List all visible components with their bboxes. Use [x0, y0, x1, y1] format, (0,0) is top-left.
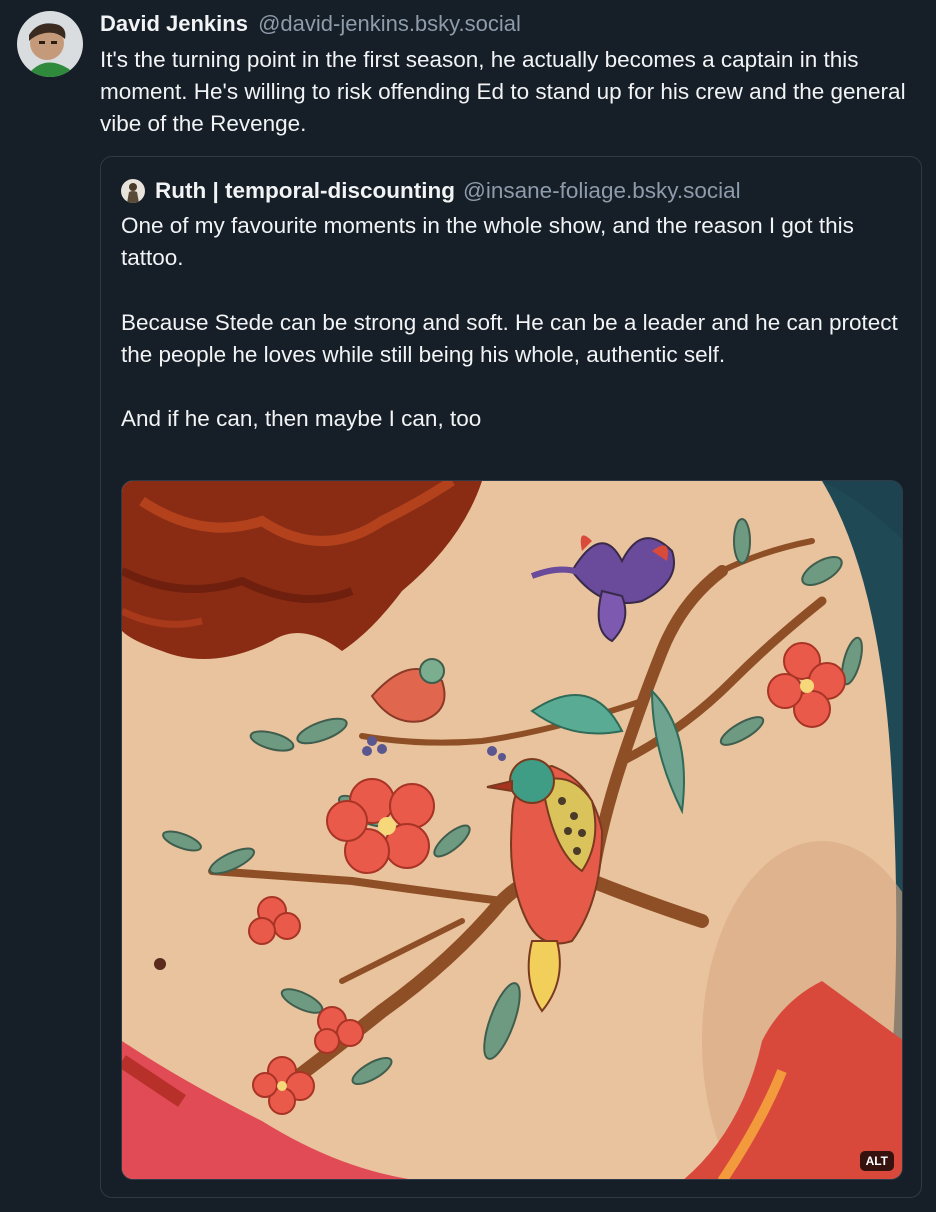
alt-text-button[interactable]: ALT [859, 1151, 894, 1171]
tattoo-photo [122, 481, 902, 1179]
quote-author-handle[interactable]: @insane-foliage.bsky.social [463, 178, 741, 204]
avatar-photo-icon [121, 179, 145, 203]
quote-paragraph: Because Stede can be strong and soft. He… [121, 309, 898, 367]
quote-author-name[interactable]: Ruth | temporal-discounting [155, 178, 455, 204]
quote-paragraph: And if he can, then maybe I can, too [121, 406, 482, 432]
quoted-post[interactable]: Ruth | temporal-discounting @insane-foli… [100, 156, 922, 1198]
quote-text: One of my favourite moments in the whole… [121, 210, 911, 435]
author-name[interactable]: David Jenkins [100, 11, 248, 36]
quote-paragraph: One of my favourite moments in the whole… [121, 213, 854, 271]
quote-header: Ruth | temporal-discounting @insane-foli… [121, 175, 911, 207]
avatar-photo-icon [17, 11, 83, 77]
post-image[interactable]: ALT [121, 480, 903, 1180]
author-avatar[interactable] [17, 11, 83, 77]
author-handle[interactable]: @david-jenkins.bsky.social [258, 11, 521, 36]
post-text: It's the turning point in the first seas… [100, 47, 906, 136]
post-header: David Jenkins @david-jenkins.bsky.social [100, 8, 926, 40]
quote-avatar[interactable] [121, 179, 145, 203]
